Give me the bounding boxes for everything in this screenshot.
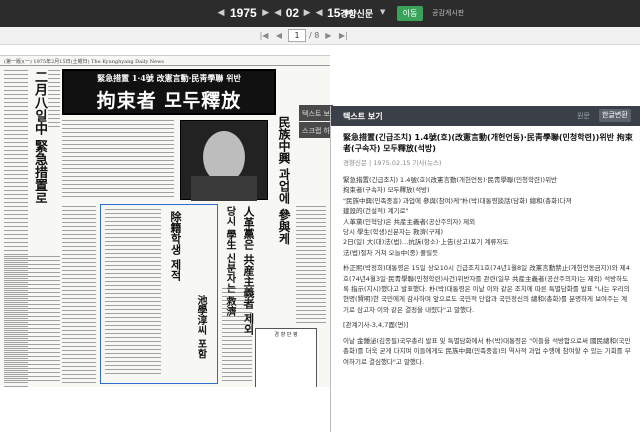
- portrait-photo: [180, 120, 268, 201]
- article-paragraph: [관계기사-3,4,7面(면)]: [343, 321, 409, 330]
- chevron-down-icon[interactable]: ▼: [380, 8, 385, 16]
- date-selector: ◀ 1975 ▶ ◀ 02 ▶ ◀ 15 ▶: [215, 6, 354, 20]
- newspaper-image[interactable]: (第一版)(一) 1975年2月15日(土曜日) The Kyunghyang …: [0, 55, 330, 387]
- board-link[interactable]: 공감게시판: [432, 8, 464, 18]
- tab-text-view[interactable]: 텍스트 보기: [299, 105, 333, 121]
- masthead-strip: (第一版)(一) 1975年2月15日(土曜日) The Kyunghyang …: [0, 56, 330, 66]
- article-meta: 경향신문 | 1975.02.15 기사(뉴스): [343, 159, 442, 167]
- vertical-headline: 除籍학생 제적: [169, 211, 182, 281]
- day-select[interactable]: 15: [327, 6, 340, 20]
- page-navigation-bar: |◀ ◀ 1 / 8 ▶ ▶|: [0, 27, 640, 45]
- headline-box: 緊急措置 1·4號 改憲言動·民靑學聯 위반 拘束者 모두釋放: [62, 69, 276, 115]
- top-toolbar: ◀ 1975 ▶ ◀ 02 ▶ ◀ 15 ▶ 경향신문 ▼ 이동 공감게시판: [0, 0, 640, 27]
- next-month-icon[interactable]: ▶: [301, 8, 313, 18]
- text-column: [62, 206, 96, 384]
- text-column: [4, 256, 60, 384]
- summary-line: "民族中興(민족중흥) 과업에 參與(참여)케"朴(박)대통령談話(담화) 總和…: [343, 196, 572, 205]
- page-number-input[interactable]: 1: [288, 29, 306, 42]
- korean-convert-button[interactable]: 한글변환: [599, 109, 631, 122]
- tab-scrap[interactable]: 스크랩 하기: [299, 122, 333, 138]
- text-column: [62, 120, 174, 200]
- editorial-cartoon: 경 향 만 평: [255, 328, 317, 387]
- summary-line: 당시 學生(학생)신분자는 救濟(구제): [343, 228, 444, 237]
- page-total: / 8: [309, 31, 320, 40]
- article-paragraph: 朴正熙(박정희)대통령은 15일 상오10시 긴급조치1호(74년1월8일 改憲…: [343, 264, 630, 314]
- text-column: [105, 209, 161, 377]
- panel-title: 텍스트 보기: [343, 112, 383, 121]
- summary-line: 緊急措置(긴급조치) 1.4號(호)(改憲言動(개헌언동)·民靑學聯(민청학련)…: [343, 176, 558, 184]
- summary-line: 建設的(건설적) 계기로": [343, 207, 409, 216]
- prev-page-icon[interactable]: ◀: [273, 31, 285, 40]
- prev-date-icon[interactable]: ◀: [215, 8, 227, 18]
- article-text: 緊急措置(긴급조치) 1.4號(호)(改憲言動(개헌언동)·民靑學聯(민청학련)…: [343, 132, 633, 367]
- first-page-icon[interactable]: |◀: [258, 31, 270, 40]
- article-summary: 緊急措置(긴급조치) 1.4號(호)(改憲言動(개헌언동)·民靑學聯(민청학련)…: [343, 175, 633, 258]
- article-paragraph: 이날 金鍾泌(김종필)국무총리 발표 및 특별담화에서 朴(박)대통령은 "이들…: [343, 336, 631, 366]
- month-select[interactable]: 02: [286, 6, 299, 20]
- last-page-icon[interactable]: ▶|: [337, 31, 349, 40]
- next-page-icon[interactable]: ▶: [322, 31, 334, 40]
- text-view-panel: 텍스트 보기 원문 한글변환 緊急措置(긴급조치) 1.4號(호)(改憲言動(개…: [330, 106, 640, 432]
- newspaper-select[interactable]: 경향신문: [340, 7, 373, 20]
- text-column: [296, 206, 326, 324]
- move-button[interactable]: 이동: [397, 6, 423, 21]
- summary-line: 拘束者(구속자) 모두釋放(석방): [343, 186, 430, 195]
- year-select[interactable]: 1975: [230, 6, 257, 20]
- summary-line: 2日(일) 大(대)法(법)…抗訴(항소)·上告(상고)포기 계류자도: [343, 238, 509, 247]
- next-date-icon[interactable]: ▶: [260, 8, 272, 18]
- summary-line: 人革黨(인혁당)은 共産主義者(공산주의자) 제외: [343, 217, 476, 226]
- text-column: [48, 70, 60, 130]
- vertical-headline: 二月八일中 緊急措置로: [32, 70, 47, 205]
- cartoon-title: 경 향 만 평: [274, 332, 298, 338]
- pager: |◀ ◀ 1 / 8 ▶ ▶|: [258, 29, 349, 42]
- prev-day-icon[interactable]: ◀: [313, 8, 325, 18]
- side-tabs: 텍스트 보기 스크랩 하기: [299, 105, 333, 139]
- summary-line: 法(법)절차 거쳐 오늘中(중) 풀릴듯: [343, 248, 439, 257]
- vertical-headline: 池學淳씨 포함: [195, 295, 206, 359]
- panel-header: 텍스트 보기 원문 한글변환: [331, 106, 640, 126]
- selected-article-outline[interactable]: 除籍학생 제적 池學淳씨 포함: [100, 204, 218, 384]
- headline-main: 拘束者 모두釋放: [96, 90, 242, 112]
- text-column: [222, 288, 252, 384]
- article-title: 緊急措置(긴급조치) 1.4號(호)(改憲言動(개헌언동)·民靑學聯(민청학련)…: [343, 133, 633, 153]
- prev-month-icon[interactable]: ◀: [272, 8, 284, 18]
- original-toggle[interactable]: 원문: [577, 111, 590, 121]
- headline-subtitle: 緊急措置 1·4號 改憲言動·民靑學聯 위반: [97, 73, 241, 83]
- vertical-headline: 民族中興 과업에 參與케: [277, 116, 291, 245]
